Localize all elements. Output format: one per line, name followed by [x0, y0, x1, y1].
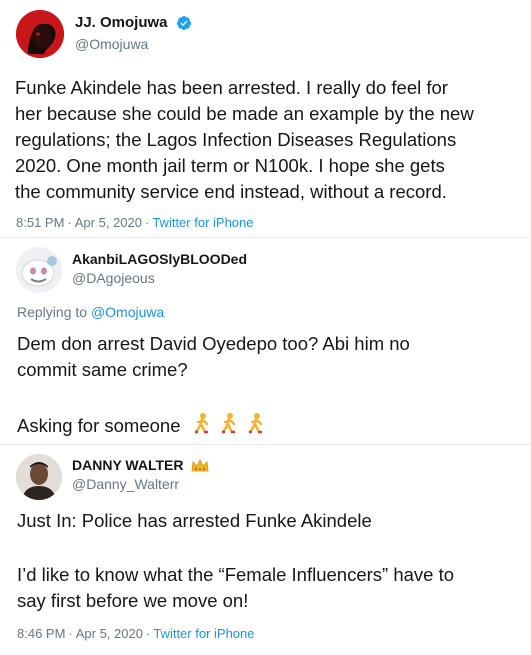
author-name[interactable]: AkanbiLAGOSlyBLOODed: [72, 251, 247, 267]
portrait-avatar-icon: [16, 454, 62, 500]
author-name[interactable]: JJ. Omojuwa: [75, 14, 192, 31]
tweet-text-last: Asking for someone: [17, 415, 181, 436]
verified-badge-icon: [176, 16, 191, 31]
replying-to: Replying to @Omojuwa: [17, 304, 164, 320]
tweet-text-line: the community service end instead, witho…: [15, 181, 447, 202]
tweet-source-link[interactable]: Twitter for iPhone: [152, 215, 253, 230]
meta-separator: ·: [67, 215, 72, 230]
avatar[interactable]: [16, 10, 64, 58]
tweet-text-line: 2020. One month jail term or N100k. I ho…: [15, 155, 445, 176]
tweet-time[interactable]: 8:46 PM: [17, 626, 65, 641]
avatar[interactable]: [16, 454, 62, 500]
tweet-time[interactable]: 8:51 PM: [16, 215, 64, 230]
reply-mention-link[interactable]: @Omojuwa: [91, 304, 164, 320]
author-name-text: DANNY WALTER: [72, 457, 184, 473]
person-running-emoji-icon: [194, 411, 263, 434]
tweet-date[interactable]: Apr 5, 2020: [76, 626, 143, 641]
tweet-omojuwa: JJ. Omojuwa @Omojuwa Funke Akindele has …: [0, 0, 531, 237]
tweet-reply-akanbi: AkanbiLAGOSlyBLOODed @DAgojeous Replying…: [0, 237, 531, 444]
meta-separator: ·: [68, 626, 73, 641]
tweet-text-line: Asking for someone: [17, 411, 270, 439]
tweet-meta: 8:51 PM · Apr 5, 2020 · Twitter for iPhone: [16, 215, 253, 230]
author-handle[interactable]: @Danny_Walterr: [72, 476, 179, 492]
tweet-danny-walter: DANNY WALTER @Danny_Walterr Just In: Pol…: [0, 444, 531, 655]
tweet-text-line: say first before we move on!: [17, 590, 249, 611]
crown-emoji-icon: [191, 459, 209, 472]
meta-separator: ·: [144, 215, 150, 230]
tweet-source-link[interactable]: Twitter for iPhone: [153, 626, 254, 641]
avatar[interactable]: [16, 247, 62, 293]
author-name-text: JJ. Omojuwa: [75, 14, 168, 31]
tweet-text-line: her because she could be made an example…: [15, 103, 474, 124]
tweet-text-line: regulations; the Lagos Infection Disease…: [15, 129, 457, 150]
tweet-date[interactable]: Apr 5, 2020: [75, 215, 142, 230]
sticker-avatar-icon: [16, 247, 62, 293]
tweet-text-line: Just In: Police has arrested Funke Akind…: [17, 510, 372, 531]
meta-separator: ·: [145, 626, 151, 641]
author-handle[interactable]: @Omojuwa: [75, 36, 148, 52]
tweet-meta: 8:46 PM · Apr 5, 2020 · Twitter for iPhone: [17, 626, 254, 641]
author-name[interactable]: DANNY WALTER: [72, 457, 209, 473]
replying-label: Replying to: [17, 304, 88, 320]
tweet-text-line: Dem don arrest David Oyedepo too? Abi hi…: [17, 333, 410, 354]
tweet-text-line: commit same crime?: [17, 359, 188, 380]
person-running-emoji-group: [192, 411, 270, 439]
tweet-text-line: Funke Akindele has been arrested. I real…: [15, 77, 448, 98]
red-silhouette-avatar-icon: [16, 10, 64, 58]
tweet-text-line: I’d like to know what the “Female Influe…: [17, 564, 455, 585]
author-handle[interactable]: @DAgojeous: [72, 270, 155, 286]
